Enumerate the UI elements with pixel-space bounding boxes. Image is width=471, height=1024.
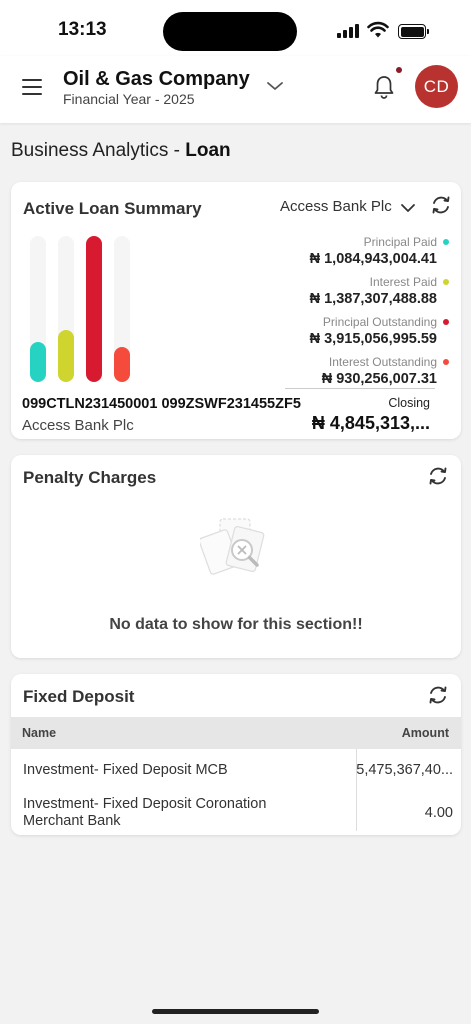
- legend-dot: [443, 239, 449, 245]
- loan-legend: Principal Paid ₦ 1,084,943,004.41 Interest…: [279, 233, 449, 393]
- refresh-icon[interactable]: [430, 194, 452, 216]
- fixed-deposit-title: Fixed Deposit: [23, 687, 135, 706]
- legend-value: ₦ 930,256,007.31: [321, 371, 437, 387]
- page-title-section: Loan: [185, 140, 231, 161]
- table-header: Name Amount: [11, 717, 461, 749]
- refresh-icon[interactable]: [427, 684, 449, 706]
- active-loan-summary-card: Active Loan Summary Access Bank Plc Prin…: [11, 182, 461, 439]
- legend-dot: [443, 279, 449, 285]
- legend-item: Principal Outstanding ₦ 3,915,056,995.59: [279, 313, 449, 353]
- column-header-amount: Amount: [401, 726, 449, 740]
- closing-label: Closing: [388, 396, 430, 410]
- bar-interest-paid[interactable]: [58, 330, 74, 382]
- refresh-icon[interactable]: [427, 465, 449, 487]
- legend-label: Interest Outstanding: [328, 355, 437, 369]
- loan-numbers: 099CTLN231450001 099ZSWF231455ZF5: [22, 396, 301, 412]
- chevron-down-icon[interactable]: [400, 202, 416, 214]
- penalty-charges-card: Penalty Charges No data to show for this…: [11, 455, 461, 658]
- no-data-search-icon: [200, 518, 265, 575]
- empty-state-message: No data to show for this section!!: [109, 616, 363, 633]
- page-title-prefix: Business Analytics -: [11, 140, 186, 161]
- legend-label: Principal Outstanding: [322, 315, 437, 329]
- legend-item: Interest Outstanding ₦ 930,256,007.31: [279, 353, 449, 393]
- loan-bar-chart: [30, 236, 134, 382]
- deposit-amount: 5,475,367,40...: [356, 762, 453, 778]
- closing-value: ₦ 4,845,313,...: [311, 413, 430, 433]
- legend-label: Interest Paid: [369, 275, 437, 289]
- deposit-name: Investment- Fixed Deposit MCB: [23, 762, 228, 778]
- legend-item: Interest Paid ₦ 1,387,307,488.88: [279, 273, 449, 313]
- bar-track: [86, 236, 102, 382]
- legend-value: ₦ 3,915,056,995.59: [309, 331, 437, 347]
- legend-label: Principal Paid: [363, 235, 437, 249]
- financial-year[interactable]: Financial Year - 2025: [63, 91, 195, 107]
- deposit-amount: 4.00: [424, 805, 453, 821]
- penalty-title: Penalty Charges: [23, 468, 157, 487]
- status-time: 13:13: [58, 19, 107, 40]
- bar-track: [30, 236, 46, 382]
- cellular-signal-icon: [337, 24, 361, 38]
- avatar[interactable]: CD: [415, 65, 458, 108]
- bar-interest-outstanding[interactable]: [114, 347, 130, 382]
- chevron-down-icon[interactable]: [265, 78, 285, 94]
- legend-divider: [285, 388, 435, 389]
- deposit-name: Investment- Fixed Deposit Coronation Mer…: [23, 796, 267, 829]
- fixed-deposit-card: Fixed Deposit Name Amount Investment- Fi…: [11, 674, 461, 835]
- company-name[interactable]: Oil & Gas Company: [63, 68, 250, 91]
- battery-icon: [398, 24, 430, 39]
- legend-item: Principal Paid ₦ 1,084,943,004.41: [279, 233, 449, 273]
- bar-principal-outstanding[interactable]: [86, 236, 102, 382]
- bank-select-value[interactable]: Access Bank Plc: [280, 198, 392, 215]
- status-bar: 13:13: [0, 0, 471, 56]
- legend-value: ₦ 1,387,307,488.88: [309, 291, 437, 307]
- menu-icon[interactable]: [22, 79, 42, 95]
- app-header: Oil & Gas Company Financial Year - 2025 …: [0, 56, 471, 123]
- column-header-name: Name: [22, 726, 57, 740]
- legend-value: ₦ 1,084,943,004.41: [309, 251, 437, 267]
- notification-dot: [396, 67, 402, 73]
- bell-icon[interactable]: [372, 73, 396, 101]
- home-indicator: [152, 1009, 319, 1014]
- loan-summary-title: Active Loan Summary: [23, 199, 202, 218]
- legend-dot: [443, 319, 449, 325]
- page-title: Business Analytics - Loan: [11, 140, 231, 162]
- wifi-icon: [367, 21, 389, 38]
- loan-bank-name: Access Bank Plc: [22, 417, 134, 434]
- dynamic-island: [163, 12, 297, 51]
- legend-dot: [443, 359, 449, 365]
- bar-track: [58, 236, 74, 382]
- bar-track: [114, 236, 130, 382]
- bar-principal-paid[interactable]: [30, 342, 46, 382]
